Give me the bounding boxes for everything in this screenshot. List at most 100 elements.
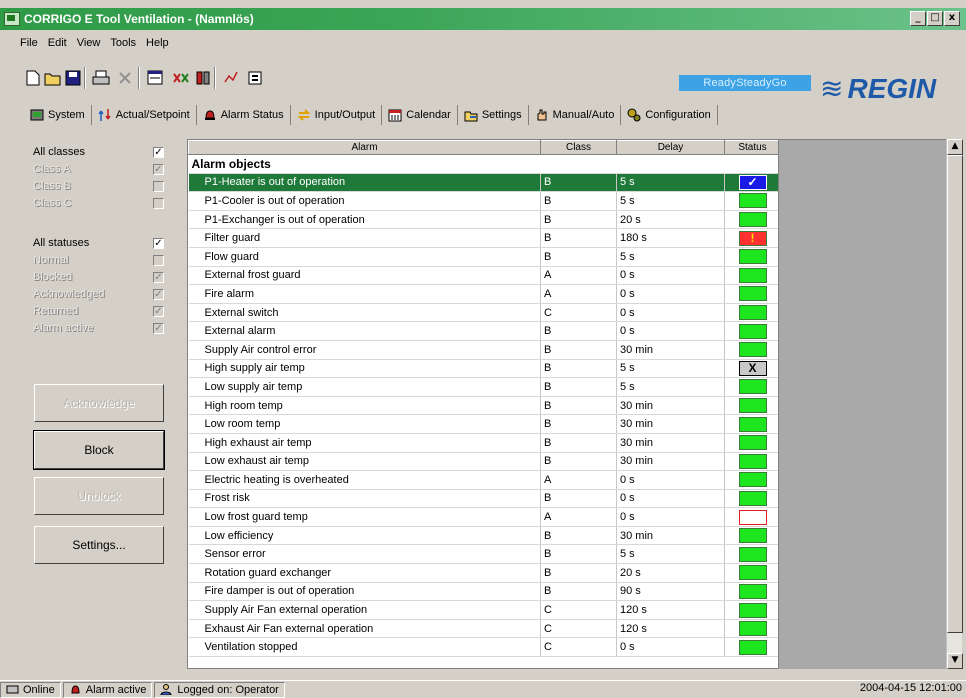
status-cell	[724, 563, 778, 583]
menu-edit[interactable]: Edit	[48, 37, 67, 49]
class-b-checkbox[interactable]	[153, 181, 164, 192]
table-row[interactable]: Fire damper is out of operation B 90 s	[188, 582, 778, 602]
tab-manual-auto[interactable]: Manual/Auto	[529, 105, 622, 125]
table-row[interactable]: Flow guard B 5 s	[188, 247, 778, 267]
table-row[interactable]: Fire alarm A 0 s	[188, 284, 778, 304]
delete-icon[interactable]	[116, 69, 134, 86]
block-button[interactable]: Block	[33, 430, 165, 470]
menu-view[interactable]: View	[77, 37, 101, 49]
class-cell: B	[540, 228, 617, 248]
window-icon[interactable]	[146, 69, 164, 86]
delay-cell: 120 s	[616, 600, 725, 620]
table-row[interactable]: Sensor error B 5 s	[188, 544, 778, 565]
column-header-delay[interactable]: Delay	[616, 140, 725, 155]
status-indicator	[738, 621, 767, 637]
class-cell: B	[540, 396, 617, 416]
column-header-alarm[interactable]: Alarm	[188, 140, 541, 155]
minimize-button[interactable]: _	[910, 11, 926, 26]
close-button[interactable]: x	[944, 11, 960, 26]
status-cell	[724, 396, 778, 416]
table-row[interactable]: Low efficiency B 30 min	[188, 526, 778, 546]
tab-calendar[interactable]: Calendar	[382, 105, 458, 125]
table-row[interactable]: Supply Air Fan external operation C 120 s	[188, 600, 778, 620]
system-icon	[30, 108, 44, 122]
blocked-checkbox[interactable]: ✓	[153, 272, 164, 283]
vertical-scrollbar[interactable]: ▲ ▼	[946, 139, 963, 669]
controller-icon[interactable]	[194, 69, 212, 86]
table-row[interactable]: Electric heating is overheated A 0 s	[188, 470, 778, 490]
table-row[interactable]: Rotation guard exchanger B 20 s	[188, 563, 778, 583]
print-icon[interactable]	[92, 69, 110, 86]
alarm-table: Alarm Class Delay Status Alarm objects P…	[187, 139, 779, 669]
table-row[interactable]: External alarm B 0 s	[188, 321, 778, 341]
alarm-name-cell: Low efficiency	[188, 526, 541, 546]
open-folder-icon[interactable]	[44, 69, 62, 86]
tab-input-output[interactable]: Input/Output	[291, 105, 383, 125]
table-row[interactable]: Low room temp B 30 min	[188, 414, 778, 434]
status-indicator	[738, 565, 767, 581]
class-cell: B	[540, 526, 617, 546]
alarm-name-cell: P1-Heater is out of operation	[188, 173, 541, 193]
class-cell: C	[540, 619, 617, 639]
ready-steady-go-banner[interactable]: ReadySteadyGo	[679, 75, 811, 91]
chart-icon[interactable]	[222, 69, 240, 86]
tab-alarm-status[interactable]: Alarm Status	[197, 105, 291, 125]
delay-cell: 30 min	[616, 452, 725, 472]
acknowledge-button[interactable]: Acknowledge	[34, 384, 164, 422]
table-row[interactable]: High room temp B 30 min	[188, 396, 778, 416]
column-header-class[interactable]: Class	[540, 140, 617, 155]
table-row[interactable]: Low exhaust air temp B 30 min	[188, 452, 778, 472]
info-icon[interactable]	[246, 69, 264, 86]
tab-system[interactable]: System	[24, 105, 92, 125]
table-row[interactable]: P1-Exchanger is out of operation B 20 s	[188, 210, 778, 230]
scroll-up-icon[interactable]: ▲	[947, 139, 963, 155]
class-a-checkbox[interactable]: ✓	[153, 164, 164, 175]
delay-cell: 5 s	[616, 377, 725, 397]
table-row[interactable]: Ventilation stopped C 0 s	[188, 637, 778, 658]
delay-cell: 5 s	[616, 247, 725, 267]
table-row[interactable]: High supply air temp B 5 s X	[188, 359, 778, 379]
status-indicator	[738, 342, 767, 358]
tab-settings[interactable]: Settings	[458, 105, 529, 125]
table-row[interactable]: Filter guard B 180 s!	[188, 228, 778, 248]
alarm-name-cell: Low room temp	[188, 414, 541, 434]
table-row[interactable]: Frost risk B 0 s	[188, 489, 778, 509]
menu-file[interactable]: File	[20, 37, 38, 49]
table-row[interactable]: P1-Heater is out of operation B 5 s ✓	[188, 173, 778, 193]
table-row[interactable]: High exhaust air temp B 30 min	[188, 433, 778, 453]
save-icon[interactable]	[64, 69, 82, 86]
status-indicator: X	[738, 360, 767, 376]
table-row[interactable]: Supply Air control error B 30 min	[188, 340, 778, 360]
connect-icon[interactable]	[172, 69, 190, 86]
scroll-thumb[interactable]	[947, 155, 963, 633]
unblock-button[interactable]: Unblock	[34, 477, 164, 515]
new-file-icon[interactable]	[24, 69, 42, 86]
table-row[interactable]: External frost guard A 0 s	[188, 266, 778, 286]
all-classes-checkbox[interactable]: ✓	[153, 147, 164, 158]
wave-icon: ≋	[820, 73, 844, 104]
tab-configuration[interactable]: Configuration	[621, 105, 718, 125]
settings-button[interactable]: Settings...	[34, 526, 164, 564]
column-header-status[interactable]: Status	[724, 140, 778, 155]
menu-tools[interactable]: Tools	[110, 37, 136, 49]
scroll-down-icon[interactable]: ▼	[947, 653, 963, 669]
table-row[interactable]: Low supply air temp B 5 s	[188, 377, 778, 397]
class-cell: B	[540, 414, 617, 434]
class-cell: C	[540, 303, 617, 323]
normal-checkbox[interactable]	[153, 255, 164, 266]
table-row[interactable]: P1-Cooler is out of operation B 5 s	[188, 191, 778, 211]
alarm-name-cell: High room temp	[188, 396, 541, 416]
alarm-active-checkbox[interactable]: ✓	[153, 323, 164, 334]
tab-actual-setpoint[interactable]: Actual/Setpoint	[92, 105, 197, 125]
maximize-button[interactable]: □	[927, 11, 943, 26]
alarm-name-cell: External switch	[188, 303, 541, 323]
class-cell: B	[540, 191, 617, 211]
table-row[interactable]: Exhaust Air Fan external operation C 120 s	[188, 619, 778, 639]
returned-checkbox[interactable]: ✓	[153, 306, 164, 317]
table-row[interactable]: Low frost guard temp A 0 s	[188, 507, 778, 527]
acknowledged-checkbox[interactable]: ✓	[153, 289, 164, 300]
table-row[interactable]: External switch C 0 s	[188, 303, 778, 323]
class-c-checkbox[interactable]	[153, 198, 164, 209]
menu-help[interactable]: Help	[146, 37, 169, 49]
all-statuses-checkbox[interactable]: ✓	[153, 238, 164, 249]
